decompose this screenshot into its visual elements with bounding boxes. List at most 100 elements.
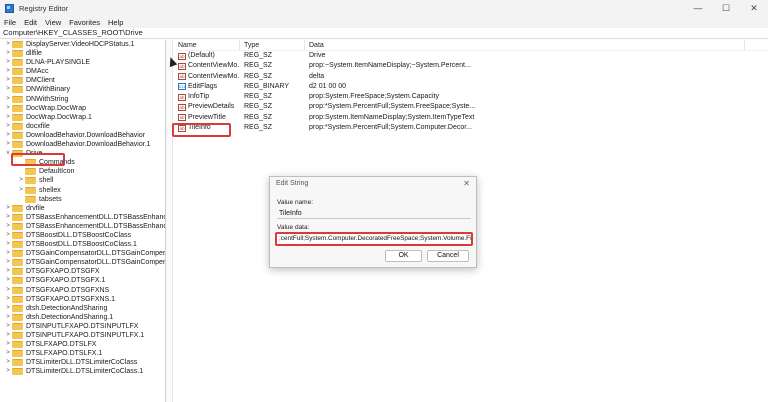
chevron-right-icon[interactable]: >	[4, 340, 12, 349]
chevron-right-icon[interactable]: >	[4, 113, 12, 122]
tree-item[interactable]: > dtsh.DetectionAndSharing	[0, 304, 165, 313]
menu-file[interactable]: File	[4, 18, 16, 27]
chevron-right-icon[interactable]: >	[4, 276, 12, 285]
tree-item[interactable]: > DTSGFXAPO.DTSGFX.1	[0, 276, 165, 285]
chevron-right-icon[interactable]: >	[4, 222, 12, 231]
chevron-right-icon[interactable]: >	[4, 231, 12, 240]
tree-item[interactable]: > DocWrap.DocWrap.1	[0, 113, 165, 122]
chevron-right-icon[interactable]: >	[4, 313, 12, 322]
chevron-right-icon[interactable]: >	[4, 122, 12, 131]
list-item[interactable]: ab (Default) REG_SZ Drive	[174, 51, 768, 61]
tree-item[interactable]: > shellex	[0, 186, 165, 195]
tree-item[interactable]: > DTSGainCompensatorDLL.DTSGainCompens	[0, 249, 165, 258]
maximize-button[interactable]: ☐	[712, 0, 740, 16]
list-item[interactable]: ab ContentViewMo... REG_SZ prop:~System.Ite…	[174, 61, 768, 71]
tree-item[interactable]: > dtsh.DetectionAndSharing.1	[0, 313, 165, 322]
tree-item[interactable]: > dllfile	[0, 49, 165, 58]
chevron-right-icon[interactable]: >	[4, 140, 12, 149]
tree-item[interactable]: > docxfile	[0, 122, 165, 131]
tree-item[interactable]: > DLNA-PLAYSINGLE	[0, 58, 165, 67]
chevron-right-icon[interactable]: >	[17, 176, 25, 185]
tree-item[interactable]: > DTSLFXAPO.DTSLFX	[0, 340, 165, 349]
tree-item[interactable]: > DTSINPUTLFXAPO.DTSINPUTLFX.1	[0, 331, 165, 340]
tree-item[interactable]: > shell	[0, 176, 165, 185]
chevron-right-icon[interactable]: >	[4, 213, 12, 222]
chevron-right-icon[interactable]: >	[4, 40, 12, 49]
tree-item[interactable]: > DTSINPUTLFXAPO.DTSINPUTLFX	[0, 322, 165, 331]
chevron-right-icon[interactable]: >	[4, 349, 12, 358]
list-item[interactable]: ab PreviewDetails REG_SZ prop:*System.Perce…	[174, 102, 768, 112]
tree-item-label: DTSGFXAPO.DTSGFXNS	[26, 286, 110, 294]
chevron-right-icon[interactable]: >	[4, 58, 12, 67]
chevron-right-icon[interactable]: >	[4, 367, 12, 376]
tree-item[interactable]: > DMAcc	[0, 67, 165, 76]
tree-item[interactable]: > DTSGFXAPO.DTSGFXNS	[0, 286, 165, 295]
tree-item[interactable]: DefaultIcon	[0, 167, 165, 176]
value-name-field[interactable]: TileInfo	[277, 208, 471, 219]
tree-item[interactable]: > DTSBoostDLL.DTSBoostCoClass	[0, 231, 165, 240]
tree-item[interactable]: > DTSLimiterDLL.DTSLimiterCoClass.1	[0, 367, 165, 376]
tree-item-label: tabsets	[39, 195, 62, 203]
list-item[interactable]: ab InfoTip REG_SZ prop:System.FreeSpace;Sys…	[174, 92, 768, 102]
menu-edit[interactable]: Edit	[24, 18, 37, 27]
column-header-type[interactable]: Type	[240, 40, 305, 50]
value-data-label: Value data:	[277, 224, 310, 231]
chevron-right-icon[interactable]: >	[4, 67, 12, 76]
chevron-right-icon[interactable]: >	[4, 358, 12, 367]
menu-help[interactable]: Help	[108, 18, 123, 27]
list-item[interactable]: ab ContentViewMo... REG_SZ delta	[174, 72, 768, 82]
chevron-right-icon[interactable]: >	[4, 249, 12, 258]
tree-item[interactable]: > DTSBassEnhancementDLL.DTSBassEnhancem	[0, 222, 165, 231]
chevron-right-icon[interactable]: >	[4, 240, 12, 249]
dialog-close-icon[interactable]: ✕	[463, 177, 470, 191]
chevron-right-icon[interactable]: >	[4, 131, 12, 140]
cancel-button[interactable]: Cancel	[427, 250, 469, 262]
chevron-right-icon[interactable]: >	[4, 85, 12, 94]
value-data-field[interactable]: ;centFull;System.Computer.DecoratedFreeS…	[275, 232, 473, 246]
folder-icon	[12, 295, 23, 303]
chevron-right-icon[interactable]: >	[4, 95, 12, 104]
chevron-right-icon[interactable]: >	[4, 49, 12, 58]
minimize-button[interactable]: —	[684, 0, 712, 16]
menu-view[interactable]: View	[45, 18, 61, 27]
chevron-right-icon[interactable]: >	[4, 331, 12, 340]
chevron-right-icon[interactable]: >	[4, 267, 12, 276]
tree-item[interactable]: > DNWithBinary	[0, 85, 165, 94]
tree-item[interactable]: > DownloadBehavior.DownloadBehavior.1	[0, 140, 165, 149]
column-header-name[interactable]: Name	[174, 40, 240, 50]
chevron-right-icon[interactable]: >	[4, 295, 12, 304]
chevron-right-icon[interactable]: >	[4, 204, 12, 213]
tree-item[interactable]: > DTSGFXAPO.DTSGFX	[0, 267, 165, 276]
tree-item[interactable]: > DTSLFXAPO.DTSLFX.1	[0, 349, 165, 358]
tree-item[interactable]: tabsets	[0, 195, 165, 204]
list-item[interactable]: ab TileInfo REG_SZ prop:*System.PercentFull…	[174, 123, 768, 133]
tree-item[interactable]: > DMClient	[0, 76, 165, 85]
tree-item[interactable]: > DownloadBehavior.DownloadBehavior	[0, 131, 165, 140]
chevron-right-icon[interactable]: >	[4, 104, 12, 113]
column-header-data[interactable]: Data	[305, 40, 745, 50]
menu-favorites[interactable]: Favorites	[69, 18, 100, 27]
chevron-right-icon[interactable]: >	[17, 186, 25, 195]
ok-button[interactable]: OK	[385, 250, 422, 262]
list-item[interactable]: ab PreviewTitle REG_SZ prop:System.ItemName…	[174, 113, 768, 123]
registry-tree[interactable]: > DisplayServer.VideoHDCPStatus.1 > dllfile…	[0, 40, 166, 402]
chevron-right-icon[interactable]: >	[4, 258, 12, 267]
tree-item[interactable]: > DocWrap.DocWrap	[0, 104, 165, 113]
tree-item[interactable]: > DNWithString	[0, 95, 165, 104]
chevron-right-icon[interactable]: >	[4, 286, 12, 295]
tree-item[interactable]: > DTSBassEnhancementDLL.DTSBassEnhancem	[0, 213, 165, 222]
tree-item[interactable]: > DisplayServer.VideoHDCPStatus.1	[0, 40, 165, 49]
tree-item[interactable]: > DTSGainCompensatorDLL.DTSGainCompens	[0, 258, 165, 267]
tree-item[interactable]: > drvfile	[0, 204, 165, 213]
close-button[interactable]: ✕	[740, 0, 768, 16]
tree-item[interactable]: > DTSLimiterDLL.DTSLimiterCoClass	[0, 358, 165, 367]
chevron-right-icon[interactable]: >	[4, 322, 12, 331]
tree-scrollbar[interactable]	[166, 40, 173, 402]
chevron-right-icon[interactable]: >	[4, 76, 12, 85]
address-bar[interactable]: Computer\HKEY_CLASSES_ROOT\Drive	[0, 28, 768, 39]
chevron-right-icon[interactable]: >	[4, 304, 12, 313]
tree-item[interactable]: > DTSGFXAPO.DTSGFXNS.1	[0, 295, 165, 304]
tree-item[interactable]: > DTSBoostDLL.DTSBoostCoClass.1	[0, 240, 165, 249]
list-item[interactable]: 011 EditFlags REG_BINARY d2 01 00 00	[174, 82, 768, 92]
tree-item-label: shell	[39, 177, 54, 185]
